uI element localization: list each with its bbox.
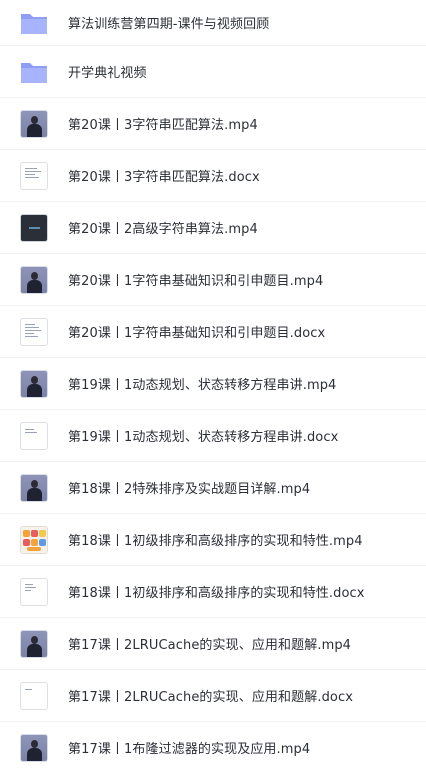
file-name: 第20课丨1字符串基础知识和引申题目.mp4 [68,274,324,289]
folder-row[interactable]: 开学典礼视频 [0,46,426,98]
file-name: 第20课丨3字符串匹配算法.mp4 [68,118,258,133]
file-name: 第19课丨1动态规划、状态转移方程串讲.mp4 [68,378,337,393]
document-thumbnail-icon [20,577,48,606]
video-thumbnail-icon [20,109,48,138]
doc-file-row[interactable]: 第19课丨1动态规划、状态转移方程串讲.docx [0,410,426,462]
file-name: 第20课丨3字符串匹配算法.docx [68,170,260,185]
doc-file-row[interactable]: 第20课丨1字符串基础知识和引申题目.docx [0,306,426,358]
video-file-row[interactable]: 第20课丨3字符串匹配算法.mp4 [0,98,426,150]
file-name: 第18课丨1初级排序和高级排序的实现和特性.docx [68,586,365,601]
video-file-row[interactable]: 第18课丨2特殊排序及实战题目详解.mp4 [0,462,426,514]
video-file-row[interactable]: 第17课丨1布隆过滤器的实现及应用.mp4 [0,722,426,771]
file-name: 第18课丨1初级排序和高级排序的实现和特性.mp4 [68,534,363,549]
video-file-row[interactable]: 第19课丨1动态规划、状态转移方程串讲.mp4 [0,358,426,410]
video-thumbnail-icon [20,473,48,502]
file-name: 第17课丨2LRUCache的实现、应用和题解.docx [68,690,354,705]
video-thumbnail-icon [20,733,48,762]
file-name: 第17课丨2LRUCache的实现、应用和题解.mp4 [68,638,352,653]
file-name: 第20课丨1字符串基础知识和引申题目.docx [68,326,326,341]
file-name: 第18课丨2特殊排序及实战题目详解.mp4 [68,482,311,497]
file-list: 算法训练营第四期-课件与视频回顾 开学典礼视频 第20课丨3字符串匹配算法.mp… [0,0,426,771]
document-thumbnail-icon [20,317,48,346]
video-file-row[interactable]: 第20课丨2高级字符串算法.mp4 [0,202,426,254]
video-file-row[interactable]: 第17课丨2LRUCache的实现、应用和题解.mp4 [0,618,426,670]
document-thumbnail-icon [20,161,48,190]
doc-file-row[interactable]: 第20课丨3字符串匹配算法.docx [0,150,426,202]
file-name: 算法训练营第四期-课件与视频回顾 [68,17,270,32]
file-name: 第19课丨1动态规划、状态转移方程串讲.docx [68,430,339,445]
document-thumbnail-icon [20,681,48,710]
folder-icon [20,9,48,37]
file-name: 开学典礼视频 [68,66,147,81]
video-thumbnail-icon [20,525,48,554]
video-thumbnail-icon [20,213,48,242]
doc-file-row[interactable]: 第17课丨2LRUCache的实现、应用和题解.docx [0,670,426,722]
folder-row[interactable]: 算法训练营第四期-课件与视频回顾 [0,0,426,46]
video-file-row[interactable]: 第20课丨1字符串基础知识和引申题目.mp4 [0,254,426,306]
video-thumbnail-icon [20,265,48,294]
file-name: 第17课丨1布隆过滤器的实现及应用.mp4 [68,742,311,757]
folder-icon [20,58,48,86]
video-file-row[interactable]: 第18课丨1初级排序和高级排序的实现和特性.mp4 [0,514,426,566]
video-thumbnail-icon [20,369,48,398]
doc-file-row[interactable]: 第18课丨1初级排序和高级排序的实现和特性.docx [0,566,426,618]
video-thumbnail-icon [20,629,48,658]
document-thumbnail-icon [20,421,48,450]
file-name: 第20课丨2高级字符串算法.mp4 [68,222,258,237]
